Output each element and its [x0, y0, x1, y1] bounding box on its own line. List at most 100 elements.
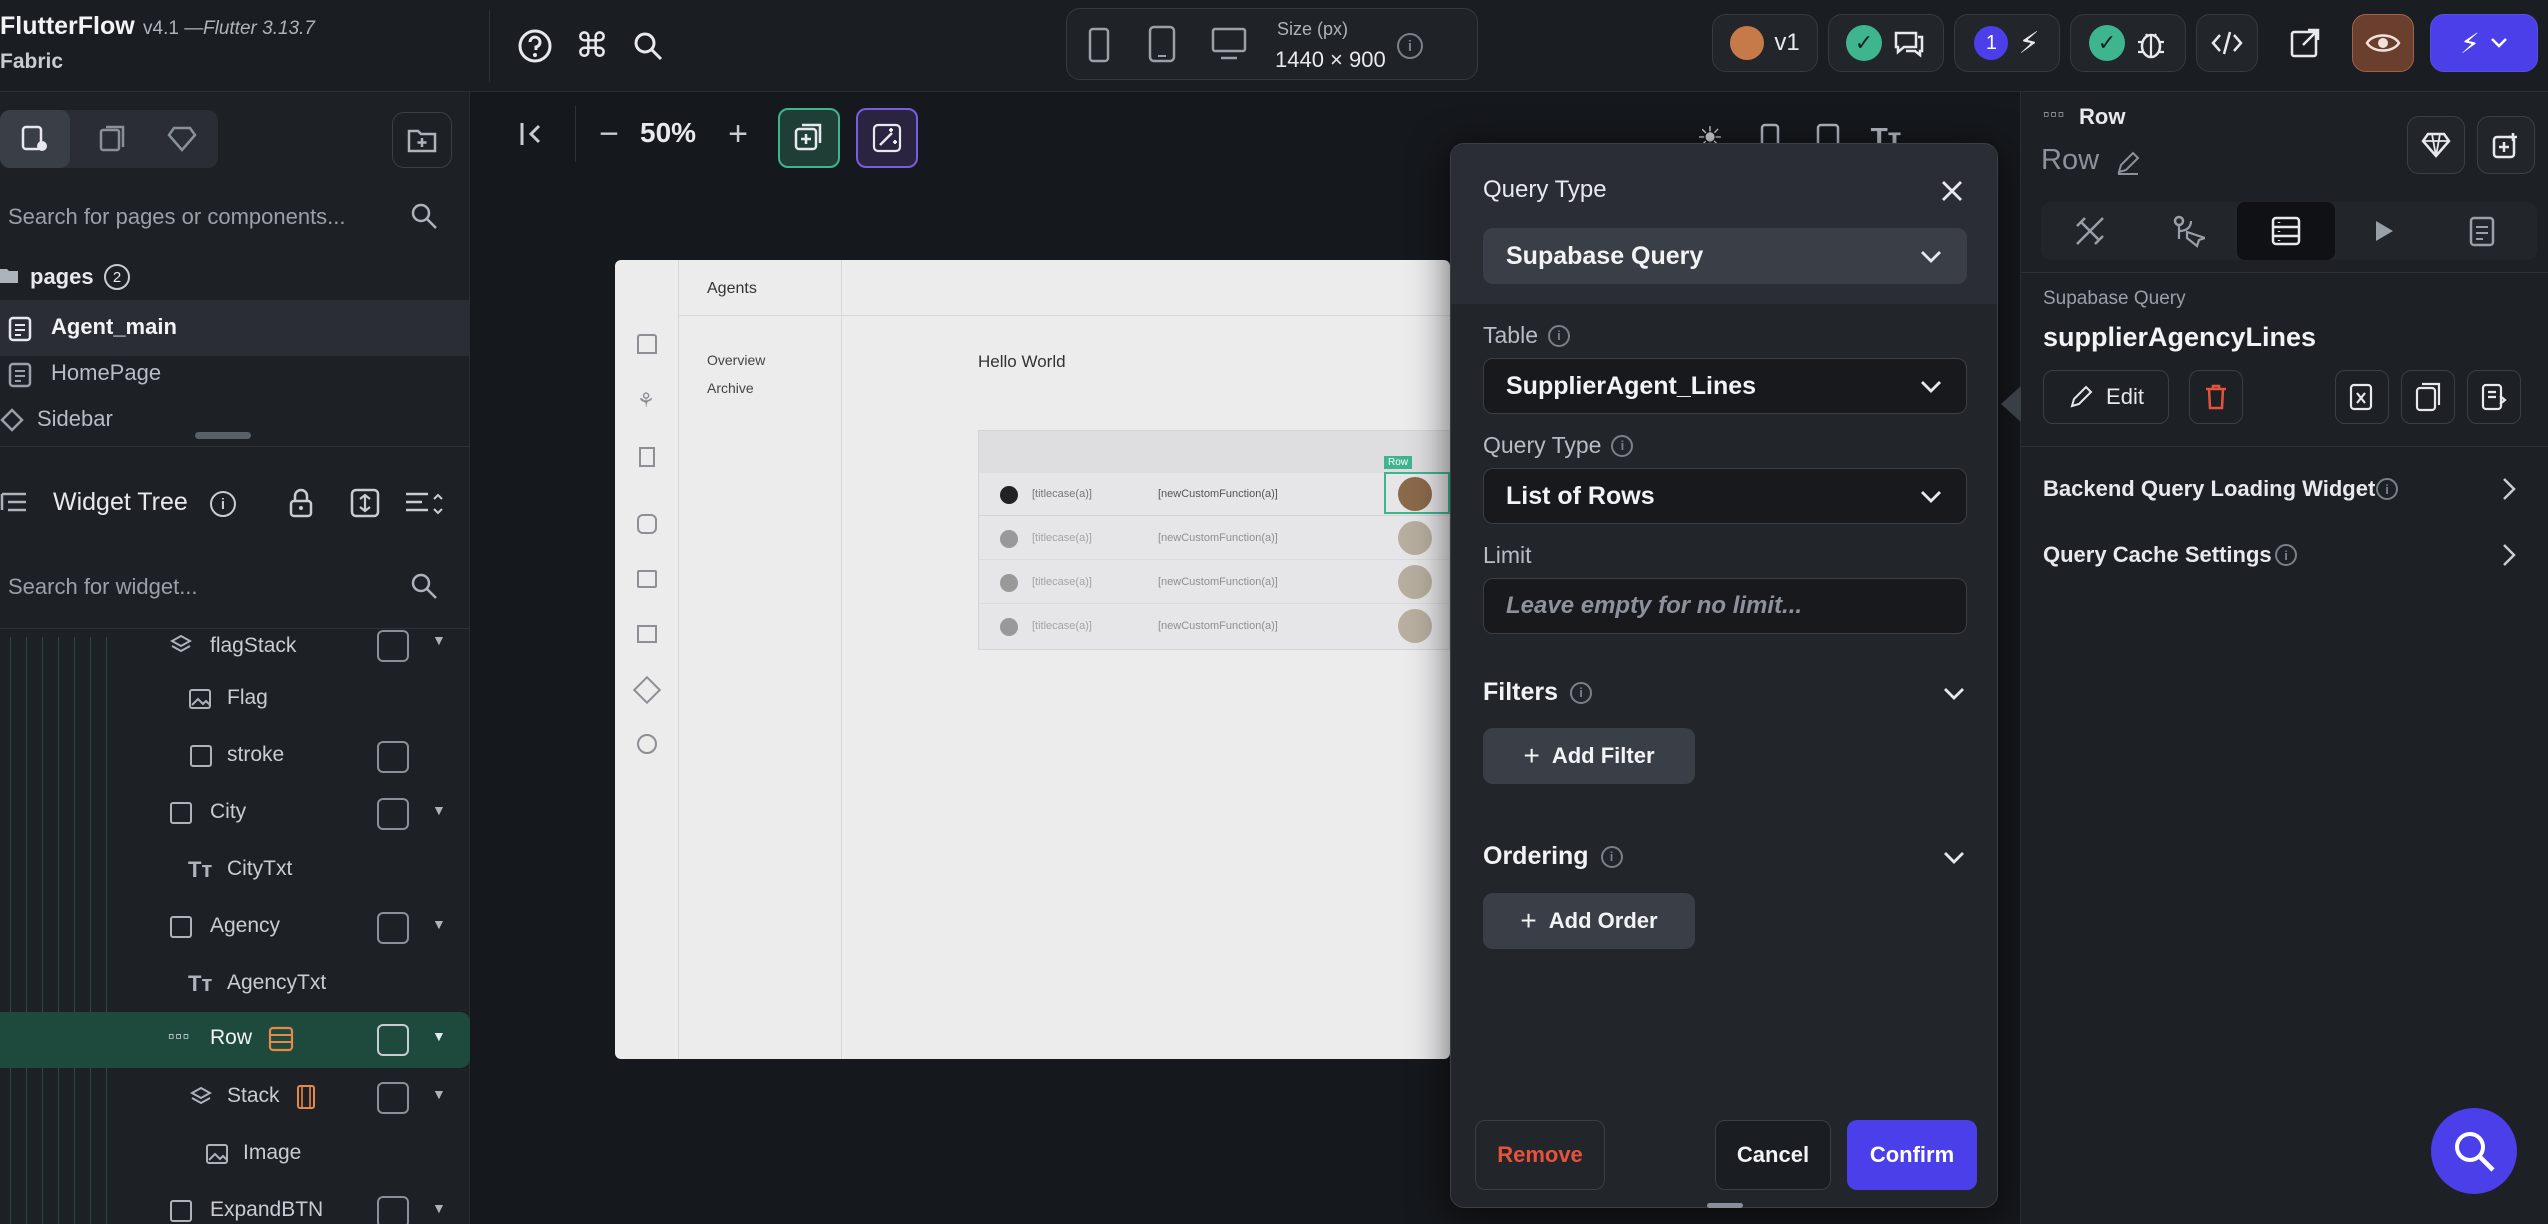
- help-icon[interactable]: [515, 26, 555, 66]
- search-icon[interactable]: [410, 202, 438, 230]
- add-order-button[interactable]: + Add Order: [1483, 893, 1695, 949]
- caret-down-icon[interactable]: ▼: [432, 1086, 446, 1102]
- actions-tab-icon[interactable]: [2139, 202, 2237, 260]
- caret-down-icon[interactable]: ▼: [432, 1200, 446, 1216]
- components-tab-icon[interactable]: [80, 110, 144, 168]
- help-search-fab[interactable]: [2431, 1108, 2517, 1194]
- edit-query-button[interactable]: Edit: [2043, 370, 2169, 424]
- ordering-header[interactable]: Ordering i: [1483, 842, 1623, 871]
- add-child-icon[interactable]: [377, 1024, 409, 1056]
- query-type-dropdown[interactable]: List of Rows: [1483, 468, 1967, 524]
- collapse-panel-icon[interactable]: [510, 110, 558, 158]
- page-item-sidebar[interactable]: Sidebar: [0, 392, 470, 448]
- info-icon[interactable]: i: [2275, 544, 2297, 566]
- debug-button[interactable]: ✓: [2070, 14, 2186, 72]
- caret-down-icon[interactable]: ▼: [432, 632, 446, 648]
- tree-item-flagstack[interactable]: flagStack ▼: [0, 626, 470, 666]
- add-component-icon[interactable]: [2477, 116, 2535, 174]
- edit-pencil-icon[interactable]: [2115, 150, 2141, 176]
- table-dropdown[interactable]: SupplierAgent_Lines: [1483, 358, 1967, 414]
- chevron-down-icon[interactable]: [1941, 844, 1967, 870]
- add-child-icon[interactable]: [377, 1082, 409, 1114]
- play-tab-icon[interactable]: [2335, 202, 2433, 260]
- caret-down-icon[interactable]: ▼: [432, 1028, 446, 1044]
- lock-icon[interactable]: [288, 488, 314, 518]
- search-icon[interactable]: [628, 26, 668, 66]
- command-icon[interactable]: ⌘: [572, 26, 612, 66]
- tree-item-agencytxt[interactable]: Tт AgencyTxt: [0, 957, 470, 1013]
- size-value[interactable]: 1440 × 900: [1275, 47, 1386, 73]
- info-icon[interactable]: i: [1547, 324, 1570, 347]
- tree-item-stroke[interactable]: stroke: [0, 729, 470, 785]
- chevron-down-icon[interactable]: [1941, 680, 1967, 706]
- caret-down-icon[interactable]: ▼: [432, 802, 446, 818]
- resize-handle[interactable]: [195, 432, 251, 439]
- tree-item-city[interactable]: City ▼: [0, 786, 470, 842]
- version-button[interactable]: v1: [1712, 14, 1818, 72]
- tree-item-citytxt[interactable]: Tт CityTxt: [0, 843, 470, 899]
- zoom-in-icon[interactable]: +: [714, 110, 762, 158]
- info-icon[interactable]: i: [1611, 434, 1634, 457]
- collab-button[interactable]: ✓: [1828, 14, 1944, 72]
- diamond-tab-icon[interactable]: [150, 110, 214, 168]
- variable-icon[interactable]: [2335, 370, 2389, 424]
- tree-item-stack[interactable]: Stack ▼: [0, 1070, 470, 1126]
- expand-collapse-icon[interactable]: [350, 488, 380, 518]
- tree-item-image[interactable]: Image: [0, 1127, 470, 1183]
- close-icon[interactable]: [1937, 176, 1967, 206]
- backend-query-tab-icon[interactable]: [2237, 202, 2335, 260]
- phone-icon[interactable]: [1087, 27, 1111, 63]
- add-folder-icon[interactable]: [392, 112, 452, 168]
- add-child-icon[interactable]: [377, 630, 409, 662]
- filters-header[interactable]: Filters i: [1483, 678, 1593, 707]
- run-button[interactable]: ⚡: [2430, 14, 2538, 72]
- zoom-level[interactable]: 50%: [640, 117, 696, 149]
- preview-button[interactable]: [2352, 14, 2414, 72]
- tablet-icon[interactable]: [1147, 25, 1177, 63]
- code-button[interactable]: [2196, 14, 2258, 72]
- add-filter-button[interactable]: + Add Filter: [1483, 728, 1695, 784]
- search-icon[interactable]: [410, 572, 438, 600]
- remove-button[interactable]: Remove: [1475, 1120, 1605, 1190]
- cancel-button[interactable]: Cancel: [1715, 1120, 1831, 1190]
- search-widget-input[interactable]: Search for widget...: [8, 574, 198, 600]
- search-pages-input[interactable]: Search for pages or components...: [8, 204, 346, 230]
- confirm-button[interactable]: Confirm: [1847, 1120, 1977, 1190]
- query-kind: Supabase Query: [2043, 288, 2186, 309]
- info-icon[interactable]: i: [1397, 33, 1423, 59]
- add-child-icon[interactable]: [377, 1196, 409, 1224]
- document-tab-icon[interactable]: [2433, 202, 2531, 260]
- delete-query-icon[interactable]: [2189, 370, 2243, 424]
- limit-input[interactable]: Leave empty for no limit...: [1483, 578, 1967, 634]
- tree-item-expandbtn[interactable]: ExpandBTN ▼: [0, 1184, 470, 1224]
- add-widget-icon[interactable]: [778, 108, 840, 168]
- info-icon[interactable]: i: [1570, 681, 1593, 704]
- sort-icon[interactable]: [404, 490, 444, 518]
- zoom-out-icon[interactable]: −: [585, 110, 633, 158]
- info-icon[interactable]: i: [2376, 478, 2398, 500]
- add-child-icon[interactable]: [377, 798, 409, 830]
- tree-item-flag[interactable]: Flag: [0, 672, 470, 728]
- pages-folder-label[interactable]: pages: [30, 264, 94, 290]
- add-child-icon[interactable]: [377, 741, 409, 773]
- widget-name[interactable]: Row: [2041, 144, 2099, 177]
- loading-widget-row[interactable]: Backend Query Loading Widget i: [2021, 464, 2548, 514]
- cache-settings-row[interactable]: Query Cache Settings i: [2021, 530, 2548, 580]
- info-icon[interactable]: i: [210, 491, 236, 517]
- diamond-icon[interactable]: [2407, 116, 2465, 174]
- caret-down-icon[interactable]: ▼: [432, 916, 446, 932]
- export-icon[interactable]: [2467, 370, 2521, 424]
- desktop-icon[interactable]: [1211, 27, 1247, 61]
- pages-tab-icon[interactable]: [0, 110, 70, 168]
- notifications-button[interactable]: 1 ⚡: [1954, 14, 2060, 72]
- resize-handle[interactable]: [1707, 1203, 1743, 1208]
- query-source-dropdown[interactable]: Supabase Query: [1483, 228, 1967, 284]
- open-external-button[interactable]: [2276, 14, 2334, 72]
- tree-item-agency[interactable]: Agency ▼: [0, 900, 470, 956]
- add-child-icon[interactable]: [377, 912, 409, 944]
- properties-tab-icon[interactable]: [2041, 202, 2139, 260]
- magic-wand-icon[interactable]: [856, 108, 918, 168]
- copy-icon[interactable]: [2401, 370, 2455, 424]
- tree-item-row-selected[interactable]: ▫▫▫ Row ▼: [0, 1012, 470, 1068]
- info-icon[interactable]: i: [1600, 845, 1623, 868]
